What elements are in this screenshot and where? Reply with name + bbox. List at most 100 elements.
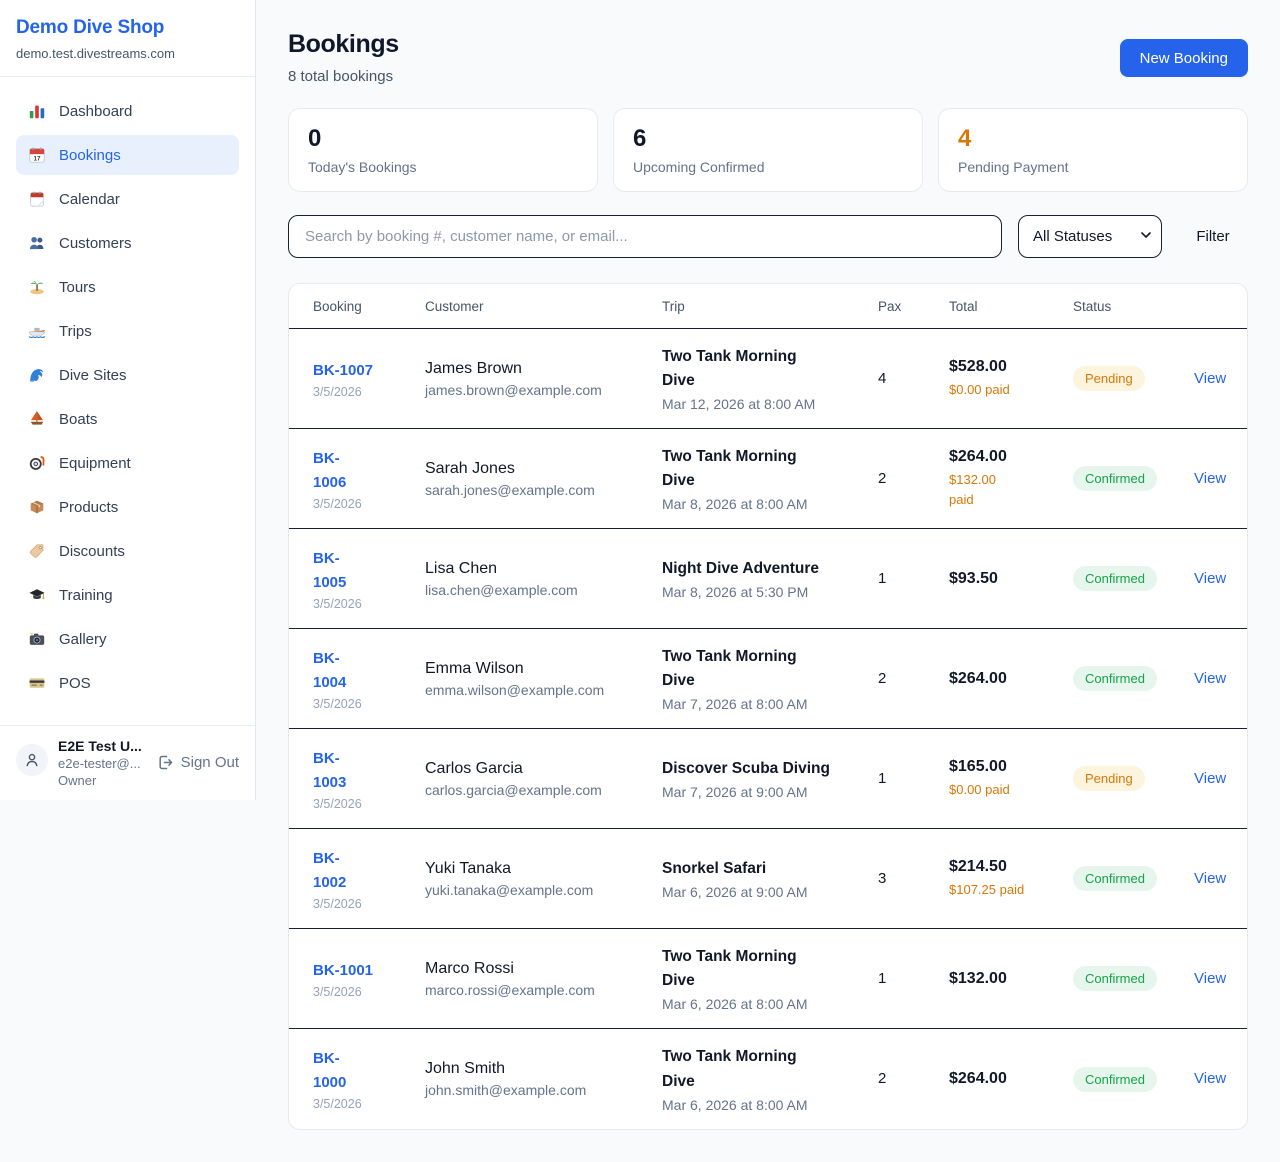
status-cell: Confirmed	[1073, 966, 1194, 991]
customer-email: emma.wilson@example.com	[425, 682, 648, 698]
booking-cell: BK-1001 3/5/2026	[313, 959, 425, 999]
view-link[interactable]: View	[1194, 470, 1226, 487]
sidebar-item-dashboard[interactable]: Dashboard	[16, 91, 239, 131]
sidebar-item-calendar[interactable]: Calendar	[16, 179, 239, 219]
user-name: E2E Test U...	[58, 738, 147, 754]
sidebar-item-bookings[interactable]: 17Bookings	[16, 135, 239, 175]
search-input[interactable]	[288, 215, 1002, 258]
sidebar-item-pos[interactable]: POS	[16, 663, 239, 703]
paid-amount: $0.00 paid	[949, 780, 1059, 800]
table-row: BK-1004 3/5/2026 Emma Wilson emma.wilson…	[289, 629, 1247, 729]
sidebar-item-label: Dashboard	[59, 103, 132, 120]
trip-datetime: Mar 8, 2026 at 5:30 PM	[662, 584, 864, 600]
sidebar-item-discounts[interactable]: Discounts	[16, 531, 239, 571]
filter-button[interactable]: Filter	[1178, 228, 1248, 245]
new-booking-button[interactable]: New Booking	[1120, 39, 1248, 77]
package-icon	[28, 498, 46, 516]
speedboat-icon	[28, 322, 46, 340]
table-body: BK-1007 3/5/2026 James Brown james.brown…	[289, 329, 1247, 1129]
svg-text:17: 17	[33, 155, 41, 162]
customer-cell: John Smith john.smith@example.com	[425, 1060, 662, 1098]
customer-name: Lisa Chen	[425, 560, 648, 578]
sidebar-item-label: Boats	[59, 411, 97, 428]
table-row: BK-1003 3/5/2026 Carlos Garcia carlos.ga…	[289, 729, 1247, 829]
booking-number-link[interactable]: BK-1003	[313, 747, 411, 795]
customer-email: yuki.tanaka@example.com	[425, 882, 648, 898]
booking-cell: BK-1003 3/5/2026	[313, 747, 425, 811]
view-link[interactable]: View	[1194, 670, 1226, 687]
trip-datetime: Mar 8, 2026 at 8:00 AM	[662, 496, 864, 512]
column-header-pax: Pax	[878, 299, 949, 314]
sidebar-item-customers[interactable]: Customers	[16, 223, 239, 263]
stat-label: Upcoming Confirmed	[633, 159, 903, 175]
sidebar-item-label: Equipment	[59, 455, 131, 472]
status-badge: Confirmed	[1073, 466, 1157, 491]
customer-name: Emma Wilson	[425, 660, 648, 678]
trip-name: Two Tank Morning Dive	[662, 1045, 832, 1093]
view-cell: View	[1194, 470, 1223, 488]
view-link[interactable]: View	[1194, 770, 1226, 787]
status-badge: Pending	[1073, 766, 1145, 791]
booking-number-link[interactable]: BK-1004	[313, 647, 411, 695]
view-link[interactable]: View	[1194, 370, 1226, 387]
stat-value: 0	[308, 125, 578, 153]
table-row: BK-1001 3/5/2026 Marco Rossi marco.rossi…	[289, 929, 1247, 1029]
customer-cell: Carlos Garcia carlos.garcia@example.com	[425, 760, 662, 798]
sidebar-item-tours[interactable]: Tours	[16, 267, 239, 307]
credit-card-icon	[28, 674, 46, 692]
bookings-table: BookingCustomerTripPaxTotalStatus BK-100…	[288, 283, 1248, 1130]
table-header-row: BookingCustomerTripPaxTotalStatus	[289, 284, 1247, 329]
pax-cell: 2	[878, 670, 949, 688]
trip-datetime: Mar 12, 2026 at 8:00 AM	[662, 396, 864, 412]
sidebar-item-gallery[interactable]: Gallery	[16, 619, 239, 659]
sidebar-item-label: Products	[59, 499, 118, 516]
sidebar-item-training[interactable]: Training	[16, 575, 239, 615]
sign-out-button[interactable]: Sign Out	[157, 754, 239, 771]
view-link[interactable]: View	[1194, 1070, 1226, 1087]
column-header-booking: Booking	[313, 299, 425, 314]
sidebar-item-boats[interactable]: Boats	[16, 399, 239, 439]
stat-card-0: 0 Today's Bookings	[288, 108, 598, 192]
status-cell: Confirmed	[1073, 866, 1194, 891]
booking-number-link[interactable]: BK-1002	[313, 847, 411, 895]
sidebar-item-label: Calendar	[59, 191, 120, 208]
column-header-trip: Trip	[662, 299, 878, 314]
sidebar-item-trips[interactable]: Trips	[16, 311, 239, 351]
booking-number-link[interactable]: BK-1005	[313, 547, 411, 595]
trip-datetime: Mar 6, 2026 at 9:00 AM	[662, 884, 864, 900]
total-amount: $214.50	[949, 858, 1059, 876]
total-cell: $528.00 $0.00 paid	[949, 358, 1073, 400]
stat-label: Today's Bookings	[308, 159, 578, 175]
booking-number-link[interactable]: BK-1000	[313, 1047, 411, 1095]
booking-number-link[interactable]: BK-1001	[313, 959, 411, 983]
sidebar-item-label: Dive Sites	[59, 367, 127, 384]
view-link[interactable]: View	[1194, 870, 1226, 887]
trip-cell: Snorkel Safari Mar 6, 2026 at 9:00 AM	[662, 857, 878, 900]
sidebar: Demo Dive Shop demo.test.divestreams.com…	[0, 0, 256, 800]
status-select[interactable]: All Statuses	[1018, 215, 1162, 258]
status-cell: Confirmed	[1073, 666, 1194, 691]
customer-cell: James Brown james.brown@example.com	[425, 360, 662, 398]
sidebar-item-products[interactable]: Products	[16, 487, 239, 527]
pax-value: 3	[878, 870, 886, 887]
status-badge: Confirmed	[1073, 566, 1157, 591]
pax-cell: 2	[878, 1070, 949, 1088]
paid-amount: $132.00paid	[949, 470, 1059, 509]
pax-value: 2	[878, 1070, 886, 1087]
view-link[interactable]: View	[1194, 570, 1226, 587]
view-cell: View	[1194, 770, 1223, 788]
status-select-wrap: All Statuses	[1018, 215, 1162, 258]
stat-value: 4	[958, 125, 1228, 153]
booking-cell: BK-1006 3/5/2026	[313, 447, 425, 511]
trip-cell: Two Tank Morning Dive Mar 7, 2026 at 8:0…	[662, 645, 878, 712]
trip-cell: Two Tank Morning Dive Mar 6, 2026 at 8:0…	[662, 945, 878, 1012]
booking-number-link[interactable]: BK-1007	[313, 359, 411, 383]
booking-cell: BK-1005 3/5/2026	[313, 547, 425, 611]
sidebar-item-equipment[interactable]: Equipment	[16, 443, 239, 483]
filter-row: All Statuses Filter	[288, 215, 1248, 258]
sidebar-item-label: Discounts	[59, 543, 125, 560]
status-badge: Confirmed	[1073, 1067, 1157, 1092]
booking-number-link[interactable]: BK-1006	[313, 447, 411, 495]
sidebar-item-dive-sites[interactable]: Dive Sites	[16, 355, 239, 395]
view-link[interactable]: View	[1194, 970, 1226, 987]
